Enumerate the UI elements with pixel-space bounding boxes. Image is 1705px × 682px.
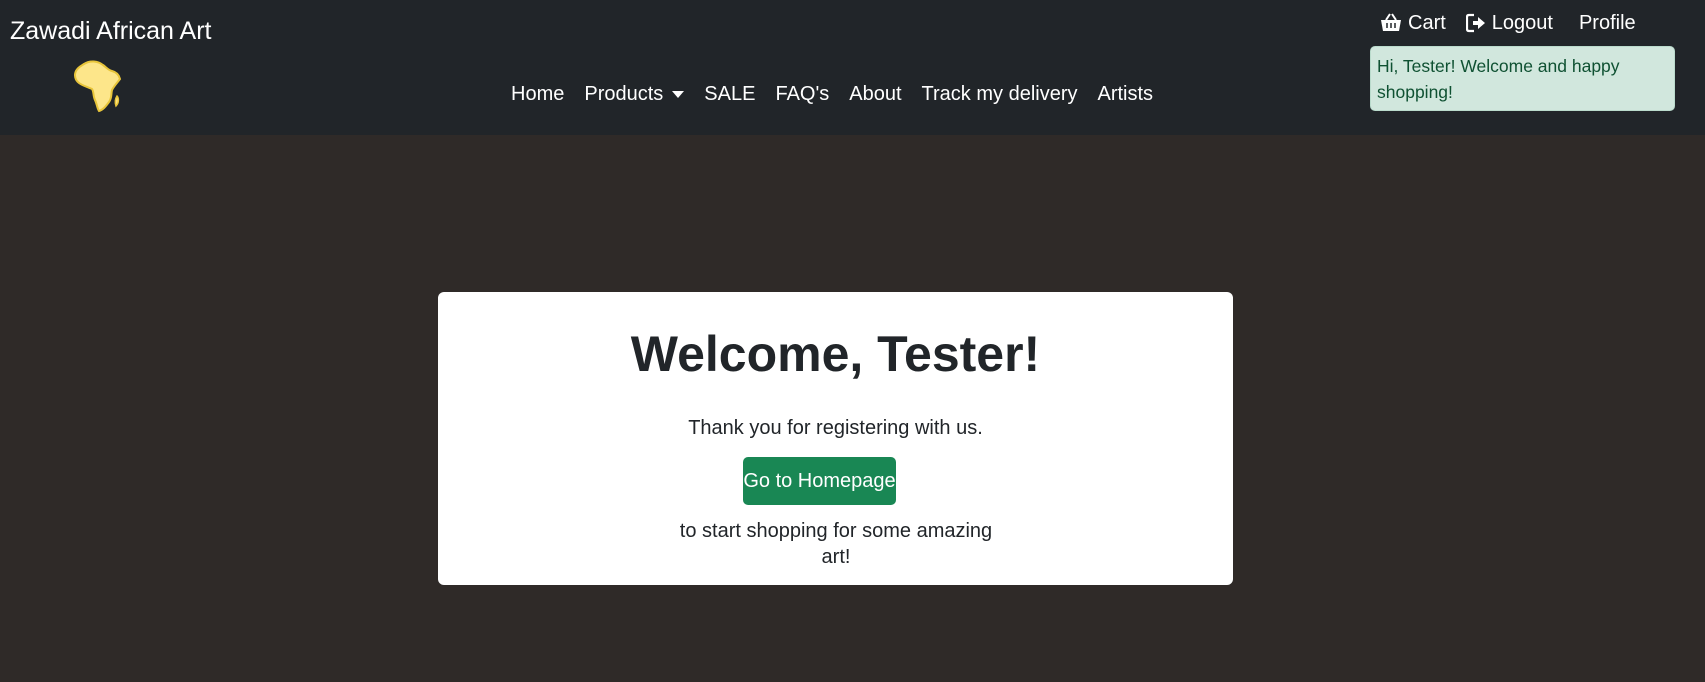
logout-link[interactable]: Logout — [1465, 11, 1553, 35]
nav-sale[interactable]: SALE — [704, 83, 755, 106]
sign-out-icon — [1465, 13, 1485, 33]
account-links: Cart Logout Profile — [1380, 8, 1656, 38]
nav-artists[interactable]: Artists — [1098, 83, 1154, 106]
thank-you-text: Thank you for registering with us. — [688, 417, 983, 439]
nav-products-label: Products — [584, 82, 664, 105]
logout-label: Logout — [1491, 11, 1553, 34]
nav-about[interactable]: About — [849, 83, 901, 106]
cart-link[interactable]: Cart — [1380, 12, 1446, 35]
nav-products-dropdown[interactable]: Products — [584, 82, 685, 106]
profile-link[interactable]: Profile — [1579, 12, 1636, 35]
caret-down-icon — [672, 90, 685, 98]
welcome-heading: Welcome, Tester! — [630, 326, 1041, 382]
start-shopping-text: to start shopping for some amazing art! — [679, 520, 993, 568]
nav-track-delivery[interactable]: Track my delivery — [922, 83, 1078, 106]
greeting-alert: Hi, Tester! Welcome and happy shopping! — [1370, 46, 1675, 111]
welcome-card: Welcome, Tester! Thank you for registeri… — [438, 292, 1233, 585]
cart-label: Cart — [1408, 11, 1446, 34]
africa-map-icon[interactable] — [70, 58, 128, 116]
basket-icon — [1381, 13, 1401, 31]
main-nav: Home Products SALE FAQ's About Track my … — [511, 78, 1173, 110]
nav-home[interactable]: Home — [511, 83, 564, 106]
go-to-homepage-button[interactable]: Go to Homepage — [743, 457, 896, 505]
nav-faqs[interactable]: FAQ's — [775, 83, 829, 106]
navbar: Zawadi African Art Home Products SALE FA… — [0, 0, 1705, 135]
brand-name[interactable]: Zawadi African Art — [10, 17, 211, 46]
